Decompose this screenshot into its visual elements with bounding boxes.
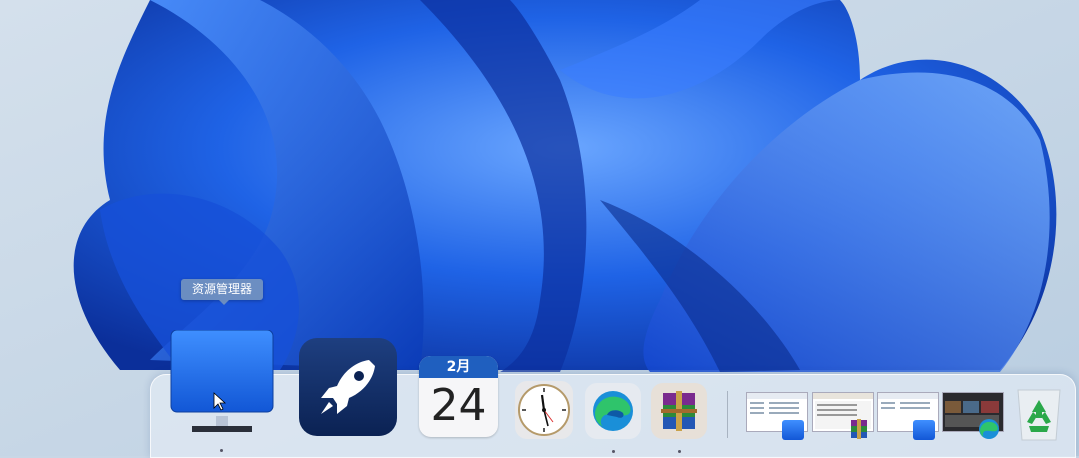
explorer-dock-item[interactable] bbox=[170, 329, 274, 434]
edge-icon bbox=[585, 383, 641, 439]
dock-tooltip: 资源管理器 bbox=[181, 279, 263, 305]
calendar-month: 2月 bbox=[419, 356, 498, 378]
trash-dock-item[interactable] bbox=[1014, 386, 1064, 442]
calendar-dock-item[interactable]: 2月 24 bbox=[419, 356, 498, 437]
minimized-explorer-window-2[interactable] bbox=[877, 392, 939, 440]
edge-running-dot bbox=[612, 450, 615, 453]
launchpad-dock-item[interactable] bbox=[299, 338, 397, 436]
edge-dock-item[interactable] bbox=[585, 383, 641, 439]
monitor-icon bbox=[170, 329, 274, 432]
explorer-badge-icon bbox=[913, 420, 935, 440]
winrar-running-dot bbox=[678, 450, 681, 453]
calendar-icon: 2月 24 bbox=[419, 356, 498, 437]
edge-badge-icon bbox=[979, 419, 999, 439]
winrar-badge-icon bbox=[851, 419, 867, 439]
minimized-explorer-window-1[interactable] bbox=[746, 392, 808, 440]
calendar-day: 24 bbox=[430, 380, 487, 431]
explorer-running-dot bbox=[220, 449, 223, 452]
winrar-icon bbox=[651, 383, 707, 439]
dock-separator bbox=[727, 391, 728, 438]
minimized-winrar-window[interactable] bbox=[812, 392, 874, 440]
winrar-dock-item[interactable] bbox=[651, 383, 707, 439]
minimized-edge-window[interactable] bbox=[942, 392, 1004, 440]
clock-icon bbox=[515, 381, 573, 439]
recycle-bin-icon bbox=[1017, 389, 1061, 441]
clock-dock-item[interactable] bbox=[515, 381, 573, 439]
rocket-icon bbox=[299, 338, 397, 436]
explorer-badge-icon bbox=[782, 420, 804, 440]
